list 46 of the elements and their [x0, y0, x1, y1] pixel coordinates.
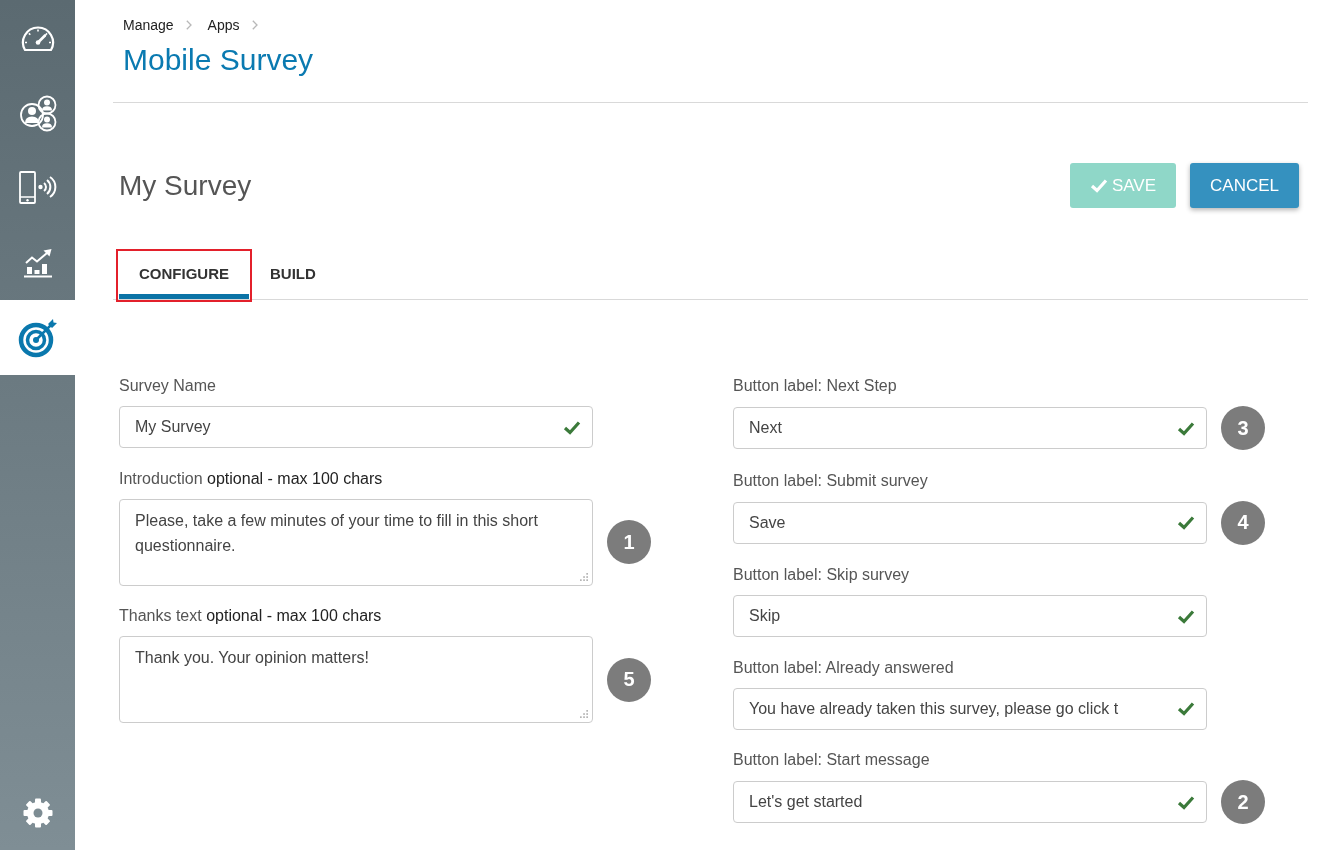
number-badge: 1 — [607, 520, 651, 564]
form-title: My Survey — [119, 169, 252, 202]
settings-icon[interactable] — [21, 796, 54, 829]
phone-signal-icon — [18, 170, 57, 205]
check-icon — [563, 419, 581, 435]
number-badge: 5 — [607, 657, 651, 702]
breadcrumb-link[interactable]: Manage — [123, 16, 174, 34]
number-badge: 3 — [1221, 406, 1265, 450]
breadcrumb-link[interactable]: Apps — [207, 16, 240, 34]
tab[interactable]: BUILD — [252, 249, 339, 302]
check-icon — [1177, 794, 1195, 810]
cancel-button[interactable]: CANCEL — [1190, 163, 1299, 208]
number-badge: 4 — [1221, 500, 1265, 545]
text-field[interactable]: Next — [733, 407, 1207, 449]
resize-grip-icon[interactable] — [580, 572, 588, 581]
text-field[interactable]: Skip — [733, 595, 1207, 637]
text-area[interactable]: Please, take a few minutes of your time to fill in this short questionnaire. — [119, 498, 593, 586]
field-label: Button label: Submit survey — [733, 470, 928, 491]
check-icon — [1089, 178, 1108, 193]
field-label: Button label: Start message — [733, 750, 930, 770]
text-field[interactable]: Save — [733, 501, 1207, 544]
text-field[interactable]: My Survey — [119, 406, 593, 448]
field-label: Button label: Next Step — [733, 376, 897, 396]
page-title: Mobile Survey — [123, 42, 314, 78]
field-label: Thanks text optional - max 100 chars — [119, 606, 382, 626]
field-label: Button label: Skip survey — [733, 565, 910, 585]
field-label: Button label: Already answered — [733, 657, 954, 678]
check-icon — [1177, 608, 1195, 624]
number-badge: 2 — [1221, 780, 1265, 824]
chevron-icon — [251, 20, 258, 30]
check-icon — [1177, 515, 1195, 530]
people-group-icon — [18, 93, 57, 132]
sidebar-item[interactable] — [0, 300, 75, 375]
field-label: Survey Name — [119, 376, 216, 396]
resize-grip-icon[interactable] — [580, 710, 588, 718]
field-label: Introduction optional - max 100 chars — [119, 468, 383, 489]
target-icon — [17, 317, 58, 358]
check-icon — [1177, 701, 1195, 716]
speedometer-icon — [19, 23, 56, 52]
text-field[interactable]: Let's get started — [733, 781, 1207, 823]
text-field[interactable]: You have already taken this survey, please go click t — [733, 687, 1207, 730]
tab[interactable]: CONFIGURE — [116, 249, 252, 302]
check-icon — [1177, 420, 1195, 436]
text-area[interactable]: Thank you. Your opinion matters! — [119, 636, 593, 723]
bar-chart-icon — [21, 247, 54, 278]
chevron-icon — [185, 20, 192, 30]
